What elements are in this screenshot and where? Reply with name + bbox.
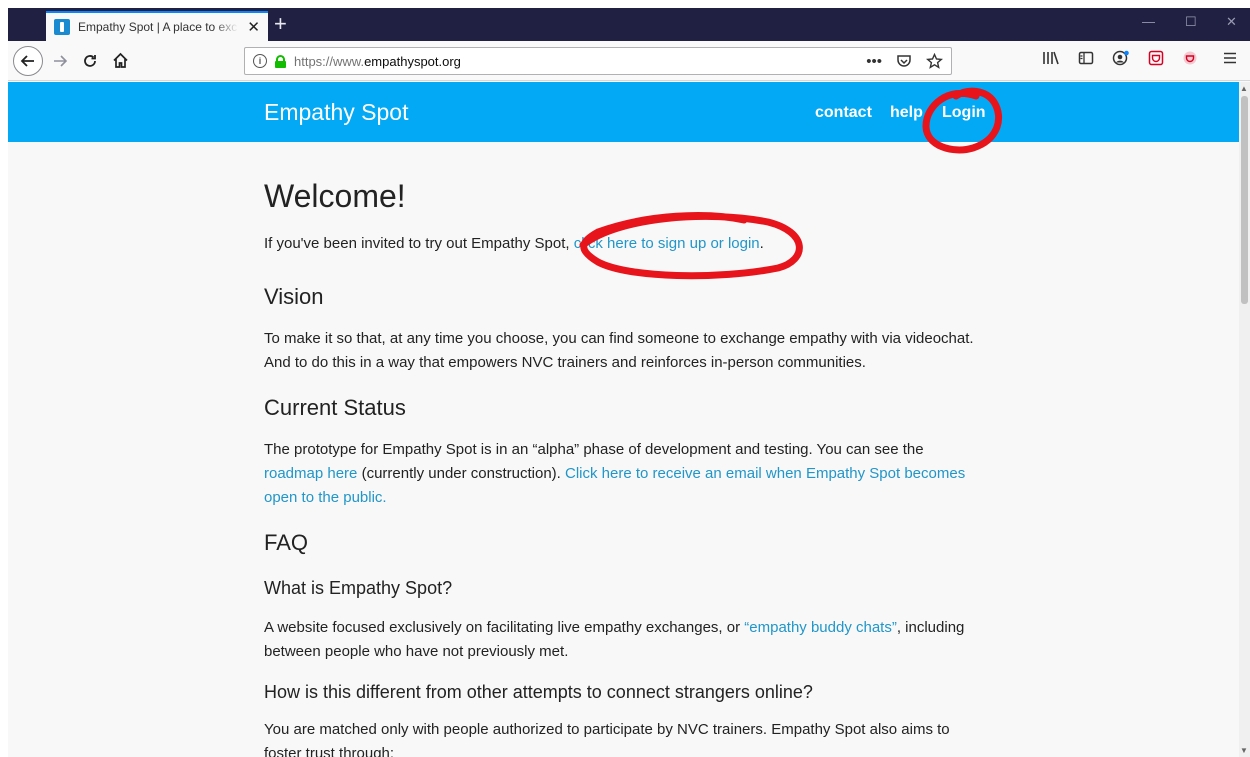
status-paragraph: The prototype for Empathy Spot is in an … (264, 438, 984, 510)
minimize-icon[interactable]: — (1142, 14, 1155, 29)
vertical-scrollbar[interactable]: ▲ ▼ (1239, 82, 1250, 757)
back-arrow-icon (20, 55, 34, 67)
pocket-icon[interactable] (896, 53, 912, 69)
extension-shield-icon[interactable] (1182, 50, 1198, 66)
site-header: Empathy Spot contact help Login (8, 82, 1239, 142)
url-text[interactable]: https://www.empathyspot.org (294, 54, 461, 69)
address-bar[interactable]: i https://www.empathyspot.org ••• (244, 47, 952, 75)
home-icon[interactable] (112, 52, 129, 69)
signup-login-link[interactable]: click here to sign up or login (574, 235, 760, 252)
site-info-icon[interactable]: i (253, 54, 267, 68)
scrollbar-thumb[interactable] (1241, 96, 1248, 304)
nav-link-help[interactable]: help (890, 104, 923, 122)
welcome-heading: Welcome! (264, 178, 406, 214)
new-tab-button[interactable]: + (274, 13, 287, 35)
page-actions-icon[interactable]: ••• (866, 53, 882, 70)
nav-link-contact[interactable]: contact (815, 104, 872, 122)
roadmap-link[interactable]: roadmap here (264, 465, 357, 482)
pocket-extension-icon[interactable] (1148, 50, 1164, 66)
faq-answer-1-text: A website focused exclusively on facilit… (264, 619, 745, 636)
status-mid-text: (currently under construction). (357, 465, 565, 482)
url-actions: ••• (866, 52, 943, 70)
faq-answer-1: A website focused exclusively on facilit… (264, 616, 984, 664)
maximize-icon[interactable]: ☐ (1185, 14, 1197, 30)
navigation-toolbar: i https://www.empathyspot.org ••• (8, 41, 1250, 81)
account-icon[interactable] (1112, 50, 1130, 66)
reload-icon[interactable] (82, 53, 98, 69)
toolbar-right (1042, 50, 1250, 66)
browser-tab[interactable]: Empathy Spot | A place to exchange empat… (46, 11, 268, 41)
status-text: The prototype for Empathy Spot is in an … (264, 441, 924, 458)
nav-link-login[interactable]: Login (942, 104, 986, 122)
back-button[interactable] (13, 46, 43, 76)
invite-text: If you've been invited to try out Empath… (264, 235, 574, 252)
faq-question-2: How is this different from other attempt… (264, 682, 813, 702)
status-heading: Current Status (264, 395, 406, 420)
close-window-icon[interactable]: ✕ (1226, 14, 1237, 30)
tab-strip: Empathy Spot | A place to exchange empat… (8, 8, 1250, 41)
faq-heading: FAQ (264, 530, 309, 555)
faq-answer-2: You are matched only with people authori… (264, 721, 950, 757)
menu-icon[interactable] (1222, 50, 1238, 66)
bookmark-star-icon[interactable] (926, 52, 943, 70)
site-favicon-icon (54, 19, 70, 35)
browser-window: Empathy Spot | A place to exchange empat… (8, 8, 1250, 757)
sidebar-icon[interactable] (1078, 50, 1094, 66)
tab-title: Empathy Spot | A place to exchange empat… (78, 20, 238, 34)
invite-paragraph: If you've been invited to try out Empath… (264, 232, 984, 256)
vision-heading: Vision (264, 284, 324, 309)
site-brand[interactable]: Empathy Spot (264, 99, 408, 126)
tab-close-icon[interactable]: ✕ (247, 20, 260, 35)
library-icon[interactable] (1042, 50, 1060, 66)
scroll-up-icon[interactable]: ▲ (1240, 84, 1248, 93)
lock-icon (275, 54, 286, 68)
forward-arrow-icon[interactable] (52, 53, 68, 69)
page-viewport: Empathy Spot contact help Login Welcome!… (8, 82, 1239, 757)
faq-question-1: What is Empathy Spot? (264, 578, 453, 598)
vision-paragraph: To make it so that, at any time you choo… (264, 330, 974, 371)
empathy-buddy-chats-link[interactable]: “empathy buddy chats” (744, 619, 897, 636)
scroll-down-icon[interactable]: ▼ (1240, 746, 1248, 755)
url-prefix: https://www. (294, 53, 365, 69)
invite-suffix: . (759, 235, 764, 252)
url-domain: empathyspot.org (364, 53, 461, 69)
